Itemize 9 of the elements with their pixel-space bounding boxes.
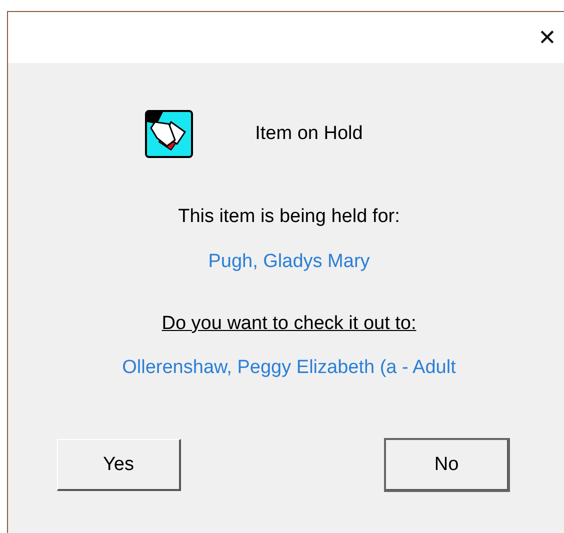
dialog-title: Item on Hold bbox=[255, 123, 363, 145]
close-button[interactable]: ✕ bbox=[534, 26, 560, 48]
patron-name: Pugh, Gladys Mary bbox=[208, 251, 370, 273]
patron-name: Ollerenshaw, Peggy Elizabeth (a - Adult bbox=[122, 357, 456, 379]
dialog-button[interactable]: No bbox=[385, 439, 509, 491]
hand-holding-book-icon bbox=[145, 110, 194, 158]
dialog-button[interactable]: Yes bbox=[57, 439, 181, 491]
question-text: Do you want to check it out to: bbox=[162, 313, 416, 335]
held-label: This item is being held for: bbox=[178, 206, 400, 228]
